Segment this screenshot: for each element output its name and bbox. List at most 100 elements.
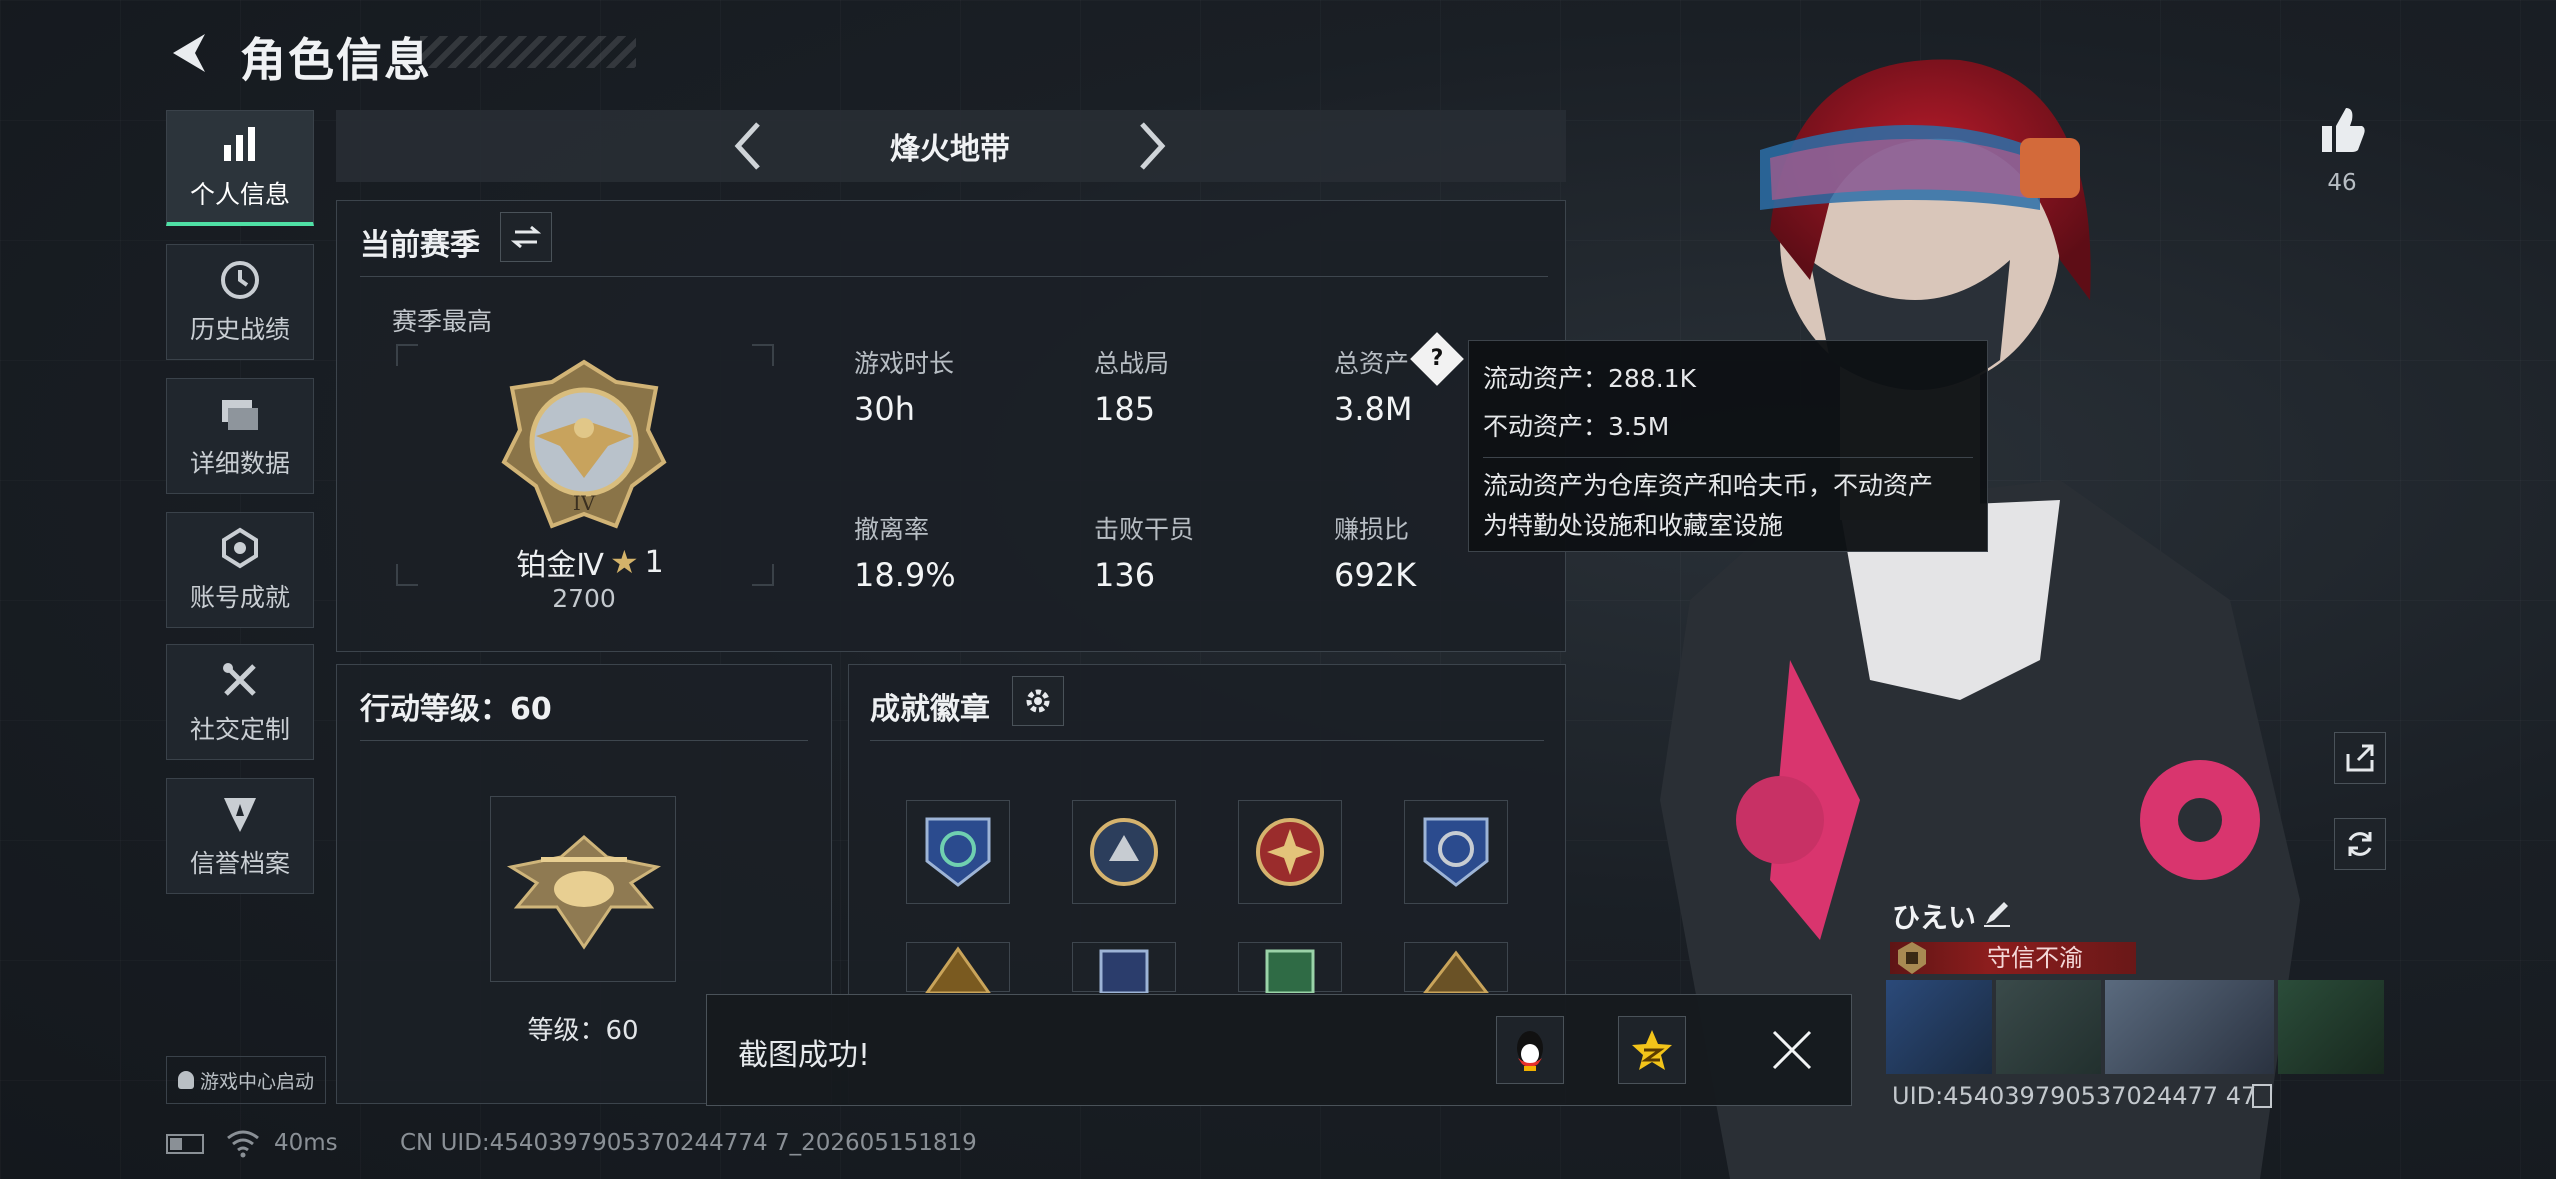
- reputation-title: 守信不渝: [1987, 944, 2083, 972]
- uid-line: CN UID:4540397905370244774 7_20260515181…: [400, 1130, 977, 1156]
- badge-mountain-icon: [1421, 950, 1491, 995]
- close-toast-icon[interactable]: [1770, 1028, 1814, 1072]
- thumbs-up-icon[interactable]: [2316, 104, 2368, 156]
- switch-season-button[interactable]: [500, 212, 552, 262]
- sidebar-item-personal-info[interactable]: 个人信息: [166, 110, 314, 226]
- achievement-badge[interactable]: [1404, 800, 1508, 904]
- sidebar-item-label: 个人信息: [189, 179, 290, 209]
- sidebar-item-achievements[interactable]: 账号成就: [166, 512, 314, 628]
- assets-description-1: 流动资产为仓库资产和哈夫币，不动资产: [1483, 471, 1934, 500]
- liquid-assets: 流动资产：288.1K: [1483, 364, 1696, 393]
- achievement-badge[interactable]: [1072, 800, 1176, 904]
- frame-corner: [752, 344, 774, 366]
- title-decoration: [420, 36, 636, 68]
- badge-shield-blue-icon: [925, 817, 991, 887]
- player-uid: UID:454039790537024477 47: [1892, 1082, 2257, 1110]
- star-icon: ★: [609, 543, 639, 581]
- badge-shield-blue-icon: [1423, 817, 1489, 887]
- achievement-badge[interactable]: [1238, 942, 1342, 995]
- folder-icon: [222, 400, 258, 430]
- sidebar-item-label: 信誉档案: [189, 849, 290, 878]
- level-label: 等级：60: [527, 1016, 639, 1046]
- sidebar-item-social[interactable]: 社交定制: [166, 644, 314, 760]
- badge-wolf-icon: [1090, 818, 1158, 886]
- card-image-2: [1995, 980, 2102, 1074]
- stat-value: 692K: [1334, 556, 1417, 594]
- divider: [870, 740, 1544, 741]
- edit-name-icon[interactable]: [1982, 898, 2012, 928]
- badge-green-icon: [1265, 949, 1315, 995]
- achievement-badge[interactable]: [1404, 942, 1508, 995]
- achievement-badge[interactable]: [906, 800, 1010, 904]
- share-button[interactable]: [2334, 732, 2386, 784]
- mode-label: 烽火地带: [890, 132, 1010, 167]
- achievement-badge[interactable]: [1238, 800, 1342, 904]
- stat-value: 136: [1094, 556, 1156, 594]
- stat-value: 3.8M: [1334, 390, 1413, 428]
- share-qq-button[interactable]: [1496, 1016, 1564, 1084]
- clock-icon: [221, 261, 259, 299]
- stat-label: 总资产: [1334, 349, 1410, 378]
- frame-corner: [396, 564, 418, 586]
- back-arrow-icon[interactable]: [165, 28, 215, 78]
- sidebar-item-reputation[interactable]: 信誉档案: [166, 778, 314, 894]
- rank-emblem-icon: IV: [501, 359, 667, 529]
- game-center-label: 游戏中心启动: [199, 1070, 314, 1093]
- shield-icon: [224, 798, 256, 832]
- stat-value: 30h: [854, 390, 915, 428]
- tools-icon: [223, 663, 256, 696]
- achievement-icon: [222, 527, 258, 569]
- like-count: 46: [2327, 170, 2357, 196]
- next-mode-arrow-icon[interactable]: [1136, 118, 1170, 174]
- swap-icon: [511, 225, 541, 249]
- stat-label: 赚损比: [1334, 515, 1410, 544]
- rank-stars: 1: [644, 544, 664, 580]
- rank-name-row: 铂金Ⅳ ★ 1: [500, 540, 680, 584]
- reputation-emblem-icon: [1898, 942, 1926, 974]
- badge-cross-red-icon: [1256, 818, 1324, 886]
- divider: [360, 276, 1548, 277]
- season-title: 当前赛季: [360, 228, 480, 263]
- divider: [1483, 457, 1973, 458]
- battery-icon: [166, 1134, 204, 1154]
- sidebar-item-detail-data[interactable]: 详细数据: [166, 378, 314, 494]
- wifi-icon: [227, 1130, 259, 1158]
- action-level-emblem-frame: [490, 796, 676, 982]
- achievements-settings-button[interactable]: [1012, 676, 1064, 726]
- player-card-images: [1886, 980, 2385, 1074]
- page-title: 角色信息: [240, 33, 432, 87]
- game-center-button[interactable]: 游戏中心启动: [166, 1056, 326, 1104]
- card-image-4: [2278, 980, 2385, 1074]
- qq-penguin-icon: [1517, 1031, 1543, 1071]
- ping-value: 40ms: [274, 1130, 338, 1156]
- copy-icon[interactable]: [2252, 1084, 2272, 1108]
- player-name: ひえい: [1892, 901, 1977, 934]
- prev-mode-arrow-icon[interactable]: [730, 118, 764, 174]
- card-image-1: [1886, 980, 1992, 1074]
- sidebar-item-label: 详细数据: [189, 449, 290, 478]
- divider: [360, 740, 808, 741]
- toast-message: 截图成功!: [738, 1038, 871, 1073]
- action-level-title: 行动等级：60: [360, 692, 552, 727]
- help-glyph: ?: [1430, 346, 1444, 371]
- achievement-badge[interactable]: [1072, 942, 1176, 995]
- sidebar-item-history[interactable]: 历史战绩: [166, 244, 314, 360]
- stat-label: 游戏时长: [854, 349, 955, 378]
- refresh-button[interactable]: [2334, 818, 2386, 870]
- achievement-badge[interactable]: [906, 942, 1010, 995]
- user-icon: [177, 1071, 194, 1089]
- assets-description-2: 为特勤处设施和收藏室设施: [1483, 511, 1784, 540]
- share-qzone-button[interactable]: [1618, 1016, 1686, 1084]
- achievements-title: 成就徽章: [870, 692, 990, 727]
- bar-chart-icon: [224, 126, 255, 161]
- frame-corner: [752, 564, 774, 586]
- badge-triangle-gold-icon: [924, 946, 992, 995]
- refresh-icon: [2348, 832, 2372, 856]
- assets-tooltip: 流动资产：288.1K 不动资产：3.5M 流动资产为仓库资产和哈夫币，不动资产…: [1468, 340, 1988, 552]
- rank-points: 2700: [552, 584, 616, 613]
- sidebar-item-label: 历史战绩: [189, 315, 290, 344]
- stat-label: 撤离率: [854, 515, 930, 544]
- helicopter-emblem-icon: [506, 835, 662, 950]
- svg-text:IV: IV: [573, 491, 596, 515]
- sidebar-item-label: 账号成就: [189, 583, 290, 612]
